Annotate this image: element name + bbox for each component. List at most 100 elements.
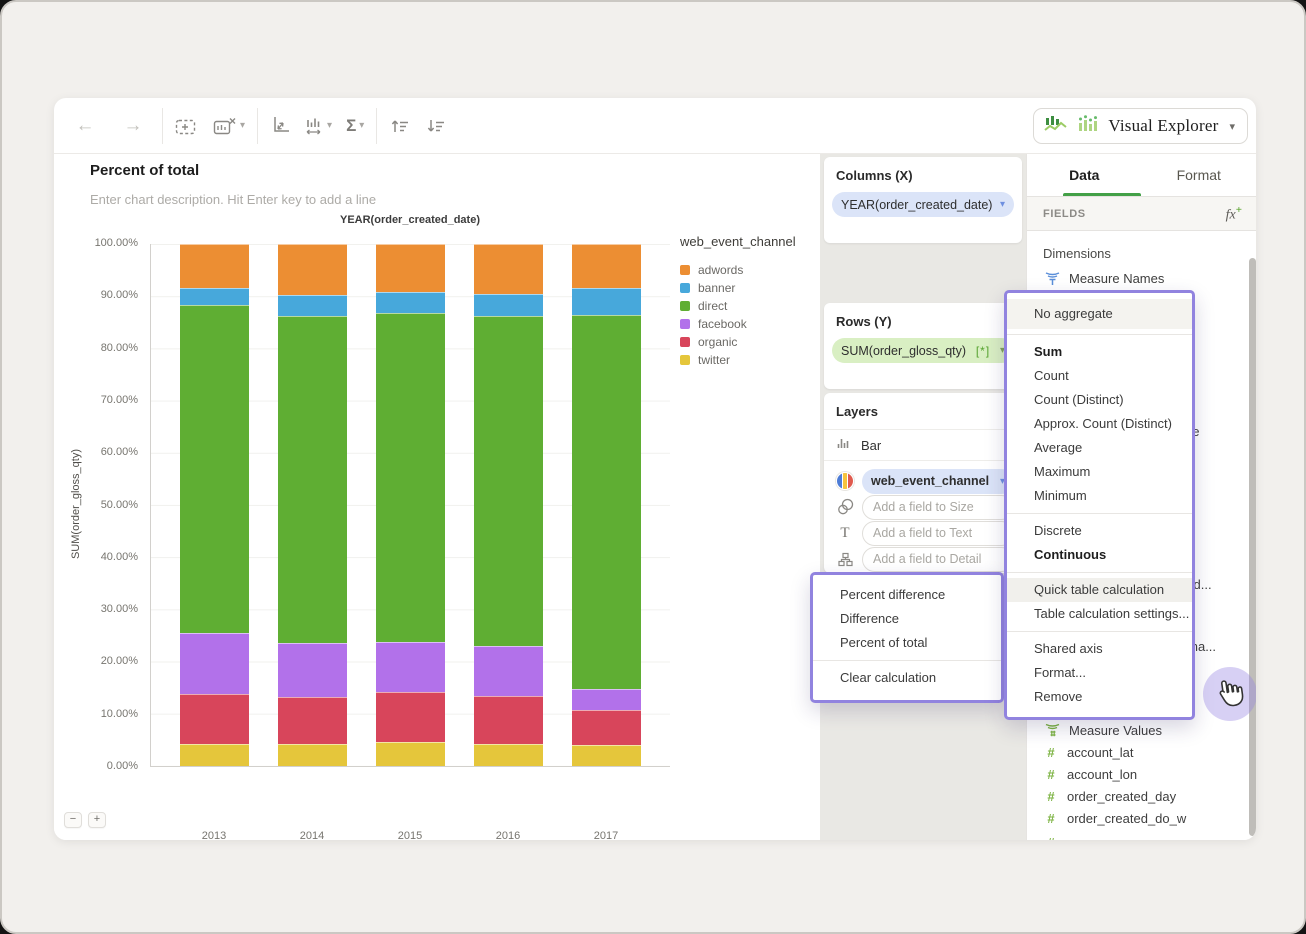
zoom-out-button[interactable]: − [64,812,82,828]
chevron-down-icon[interactable]: ▾ [1000,199,1005,210]
size-icon[interactable] [834,498,856,516]
menu-item-approx-count-distinct[interactable]: Approx. Count (Distinct) [1007,412,1192,436]
bar[interactable] [278,244,347,766]
menu-item-clear-calculation[interactable]: Clear calculation [813,666,1001,690]
legend-item[interactable]: facebook [680,315,796,333]
bar-segment-banner[interactable] [474,293,543,316]
remove-chart-icon[interactable]: ▾ [213,111,245,141]
menu-item-table-calculation-settings[interactable]: Table calculation settings... [1007,602,1192,626]
bar[interactable] [180,244,249,766]
bar-segment-adwords[interactable] [376,244,445,293]
bar[interactable] [572,244,641,766]
chart-type-icon[interactable]: ▾ [304,111,332,141]
menu-item-format[interactable]: Format... [1007,661,1192,685]
x-tick-label: 2016 [495,830,521,840]
visual-explorer-switcher[interactable]: Visual Explorer ▾ [1033,108,1248,144]
menu-item-no-aggregate[interactable]: No aggregate [1007,299,1192,329]
detail-field-dropzone[interactable]: Add a field to Detail [862,546,1014,572]
bar-mark-icon [836,436,851,455]
bar-segment-facebook[interactable] [278,642,347,697]
bar-segment-direct[interactable] [474,315,543,646]
menu-item-count[interactable]: Count [1007,364,1192,388]
menu-item-percent-difference[interactable]: Percent difference [813,583,1001,607]
bar-segment-direct[interactable] [376,312,445,642]
bar-segment-twitter[interactable] [474,744,543,766]
menu-item-continuous[interactable]: Continuous [1007,543,1192,567]
bar-segment-adwords[interactable] [278,244,347,295]
menu-item-percent-of-total[interactable]: Percent of total [813,631,1001,655]
chart-description-input[interactable]: Enter chart description. Hit Enter key t… [90,192,376,207]
chevron-down-icon: ▾ [240,120,246,131]
fields-scrollbar[interactable] [1249,258,1256,836]
bar-segment-adwords[interactable] [180,244,249,288]
bar[interactable] [474,244,543,766]
field-order-created-day[interactable]: # order_created_day [1027,785,1256,807]
bar-segment-banner[interactable] [376,292,445,313]
legend-item[interactable]: organic [680,333,796,351]
bar-segment-direct[interactable] [180,305,249,633]
bar-segment-twitter[interactable] [180,744,249,766]
duplicate-chart-icon[interactable] [175,111,199,141]
field-measure-values[interactable]: Measure Values [1027,719,1256,741]
bar-segment-organic[interactable] [572,710,641,746]
bar-segment-adwords[interactable] [474,244,543,294]
field-measure-names[interactable]: Measure Names [1027,267,1256,289]
bar-segment-facebook[interactable] [572,689,641,711]
color-wheel-icon[interactable] [834,472,856,490]
undo-back-button[interactable]: ← [68,111,102,141]
bar-segment-twitter[interactable] [376,742,445,766]
menu-item-count-distinct[interactable]: Count (Distinct) [1007,388,1192,412]
legend-item[interactable]: banner [680,279,796,297]
field-account-lat[interactable]: # account_lat [1027,741,1256,763]
bar-segment-organic[interactable] [180,693,249,745]
field-order-created-do-w[interactable]: # order_created_do_w [1027,807,1256,829]
sort-descending-icon[interactable] [425,111,447,141]
bar-segment-banner[interactable] [278,294,347,317]
menu-item-sum[interactable]: Sum [1007,340,1192,364]
text-icon[interactable]: T [834,525,856,542]
y-tick-label: 70.00% [100,393,138,406]
bar[interactable] [376,244,445,766]
menu-item-minimum[interactable]: Minimum [1007,484,1192,508]
bar-segment-facebook[interactable] [474,645,543,696]
add-calculation-icon[interactable]: fx+ [1226,204,1242,224]
menu-item-remove[interactable]: Remove [1007,685,1192,709]
bar-segment-facebook[interactable] [180,632,249,694]
legend-item[interactable]: twitter [680,351,796,369]
legend-item[interactable]: adwords [680,261,796,279]
menu-item-average[interactable]: Average [1007,436,1192,460]
bar-segment-organic[interactable] [376,692,445,742]
bar-segment-banner[interactable] [180,287,249,306]
menu-item-difference[interactable]: Difference [813,607,1001,631]
text-field-dropzone[interactable]: Add a field to Text [862,520,1014,546]
bar-segment-organic[interactable] [278,696,347,744]
tab-data[interactable]: Data [1027,154,1142,196]
menu-item-quick-table-calculation[interactable]: Quick table calculation [1007,578,1192,602]
menu-item-maximum[interactable]: Maximum [1007,460,1192,484]
aggregate-sigma-icon[interactable]: Σ ▾ [346,111,364,141]
columns-field-pill[interactable]: YEAR(order_created_date) ▾ [832,192,1014,217]
bar-segment-direct[interactable] [572,315,641,690]
bar-segment-twitter[interactable] [572,745,641,766]
menu-item-discrete[interactable]: Discrete [1007,519,1192,543]
bar-segment-adwords[interactable] [572,244,641,288]
chart-title[interactable]: Percent of total [90,162,199,179]
bar-segment-direct[interactable] [278,316,347,643]
redo-forward-button[interactable]: → [116,111,150,141]
bar-segment-twitter[interactable] [278,743,347,766]
sort-ascending-icon[interactable] [389,111,411,141]
color-field-pill[interactable]: web_event_channel ▾ [862,468,1014,494]
bar-segment-organic[interactable] [474,695,543,745]
rows-field-pill[interactable]: SUM(order_gloss_qty) [*] ▾ [832,338,1014,363]
size-field-dropzone[interactable]: Add a field to Size [862,494,1014,520]
zoom-in-button[interactable]: + [88,812,106,828]
bar-segment-facebook[interactable] [376,641,445,693]
legend-item[interactable]: direct [680,297,796,315]
swap-axes-icon[interactable] [270,111,290,141]
field-account-lon[interactable]: # account_lon [1027,763,1256,785]
tab-format[interactable]: Format [1142,154,1257,196]
mark-type-row[interactable]: Bar [824,430,1022,460]
detail-icon[interactable] [834,552,856,567]
bar-segment-banner[interactable] [572,287,641,315]
menu-item-shared-axis[interactable]: Shared axis [1007,637,1192,661]
